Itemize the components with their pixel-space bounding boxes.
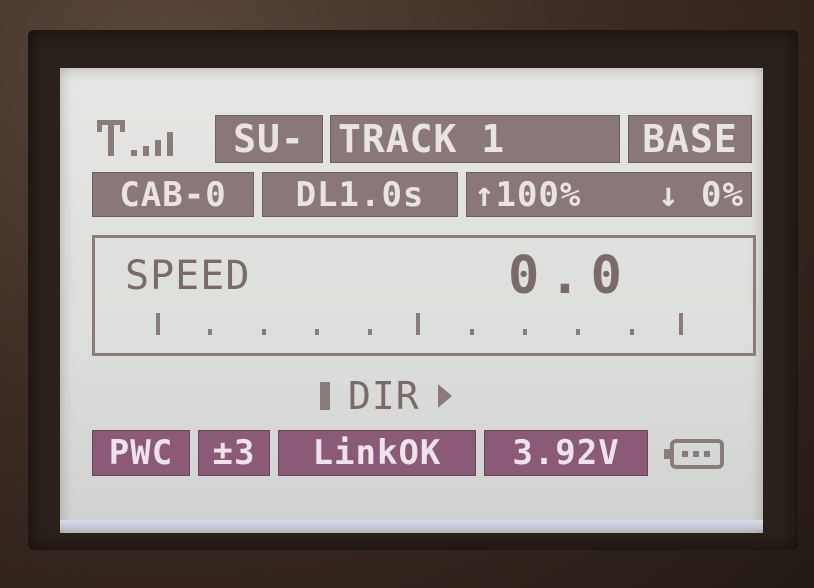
speed-scale-tick-9 xyxy=(630,329,634,335)
speed-scale-tick-0 xyxy=(156,313,160,335)
accel-down-label: ↓ 0% xyxy=(658,174,744,215)
cab-indicator: CAB-0 xyxy=(92,172,254,217)
base-label: BASE xyxy=(642,117,738,161)
direction-label: DIR xyxy=(348,374,420,418)
speed-scale-tick-6 xyxy=(470,329,474,335)
track-indicator: TRACK 1 xyxy=(330,115,620,163)
speed-scale-tick-8 xyxy=(576,329,580,335)
speed-scale-tick-10 xyxy=(679,313,683,335)
signal-strength-icon xyxy=(97,120,173,156)
pwm-label: PWC xyxy=(108,433,174,473)
speed-scale-tick-7 xyxy=(523,329,527,335)
speed-scale-tick-5 xyxy=(416,313,420,335)
cab-label: CAB-0 xyxy=(119,174,227,215)
step-indicator: ±3 xyxy=(198,430,270,476)
accel-up-label: ↑100% xyxy=(474,174,582,215)
forward-arrow-icon xyxy=(437,384,452,408)
battery-icon xyxy=(664,439,724,469)
step-label: ±3 xyxy=(212,433,256,473)
speed-scale-tick-1 xyxy=(208,329,212,335)
pwm-indicator: PWC xyxy=(92,430,190,476)
link-indicator: LinkOK xyxy=(278,430,476,476)
lcd-backlight-edge xyxy=(60,520,763,530)
accel-indicator: ↑100% ↓ 0% xyxy=(466,172,752,217)
delay-label: DL1.0s xyxy=(295,174,425,215)
direction-indicator: DIR xyxy=(320,374,452,418)
voltage-label: 3.92V xyxy=(512,433,620,473)
base-indicator: BASE xyxy=(628,115,752,163)
stop-bar-icon xyxy=(320,382,330,410)
link-label: LinkOK xyxy=(312,433,442,473)
speed-value: 0.0 xyxy=(508,246,632,306)
track-label: TRACK 1 xyxy=(338,117,506,161)
mode-indicator: SU- xyxy=(215,115,323,163)
delay-indicator: DL1.0s xyxy=(262,172,458,217)
speed-scale-tick-2 xyxy=(262,329,266,335)
speed-scale-tick-3 xyxy=(315,329,319,335)
speed-scale-tick-4 xyxy=(368,329,372,335)
voltage-indicator: 3.92V xyxy=(484,430,648,476)
speed-label: SPEED xyxy=(125,253,251,299)
mode-label: SU- xyxy=(233,117,305,161)
